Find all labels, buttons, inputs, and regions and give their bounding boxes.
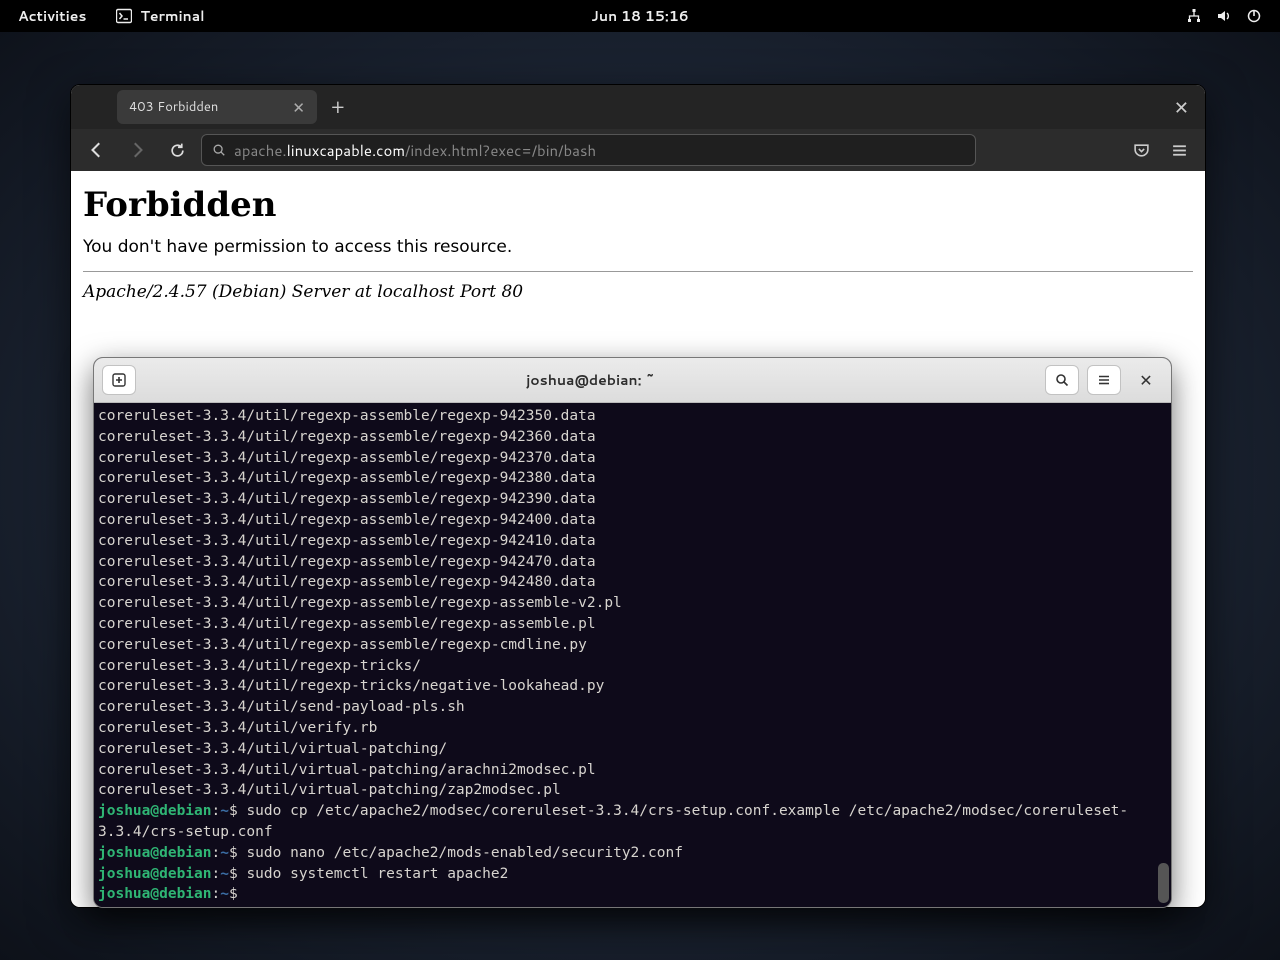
terminal-search-button[interactable] xyxy=(1045,365,1079,395)
active-app-label: Terminal xyxy=(140,6,204,26)
terminal-output-line: coreruleset-3.3.4/util/regexp-assemble/r… xyxy=(98,635,1167,656)
new-tab-button[interactable]: + xyxy=(317,93,359,121)
terminal-icon xyxy=(116,8,132,24)
tab-strip: 403 Forbidden ✕ + ✕ xyxy=(71,85,1205,129)
tab-close-icon[interactable]: ✕ xyxy=(292,97,305,118)
tab-title: 403 Forbidden xyxy=(129,98,218,116)
back-button[interactable] xyxy=(81,134,113,166)
terminal-prompt-line: joshua@debian:~$ sudo cp /etc/apache2/mo… xyxy=(98,801,1167,822)
terminal-output-line: coreruleset-3.3.4/util/verify.rb xyxy=(98,718,1167,739)
plus-boxed-icon xyxy=(111,372,127,388)
terminal-window: joshua@debian: ~ ✕ coreruleset-3.3.4/uti… xyxy=(93,357,1172,908)
terminal-output-line: coreruleset-3.3.4/util/regexp-assemble/r… xyxy=(98,552,1167,573)
terminal-prompt-line: joshua@debian:~$ xyxy=(98,884,1167,905)
terminal-output-line: coreruleset-3.3.4/util/regexp-assemble/r… xyxy=(98,572,1167,593)
arrow-right-icon xyxy=(128,141,146,159)
terminal-close-button[interactable]: ✕ xyxy=(1129,365,1163,395)
reload-icon xyxy=(169,142,186,159)
terminal-output-line: coreruleset-3.3.4/util/regexp-assemble/r… xyxy=(98,448,1167,469)
page-message: You don't have permission to access this… xyxy=(83,237,1193,257)
terminal-output-line: coreruleset-3.3.4/util/virtual-patching/… xyxy=(98,760,1167,781)
browser-nav-bar: apache.linuxcapable.com/index.html?exec=… xyxy=(71,129,1205,171)
terminal-output-line: coreruleset-3.3.4/util/regexp-tricks/neg… xyxy=(98,676,1167,697)
terminal-output-line: coreruleset-3.3.4/util/regexp-assemble/r… xyxy=(98,406,1167,427)
terminal-output-line: 3.3.4/crs-setup.conf xyxy=(98,822,1167,843)
terminal-output-line: coreruleset-3.3.4/util/regexp-assemble/r… xyxy=(98,531,1167,552)
browser-tab[interactable]: 403 Forbidden ✕ xyxy=(117,90,317,124)
hamburger-icon xyxy=(1096,372,1112,388)
clock[interactable]: Jun 18 15:16 xyxy=(591,6,688,26)
terminal-output-line: coreruleset-3.3.4/util/regexp-assemble/r… xyxy=(98,489,1167,510)
arrow-left-icon xyxy=(88,141,106,159)
gnome-top-bar: Activities Terminal Jun 18 15:16 xyxy=(0,0,1280,32)
terminal-prompt-line: joshua@debian:~$ sudo nano /etc/apache2/… xyxy=(98,843,1167,864)
terminal-output-line: coreruleset-3.3.4/util/regexp-tricks/ xyxy=(98,656,1167,677)
search-icon xyxy=(212,143,226,157)
active-app-indicator[interactable]: Terminal xyxy=(116,6,204,26)
terminal-output-line: coreruleset-3.3.4/util/regexp-assemble/r… xyxy=(98,510,1167,531)
hamburger-icon xyxy=(1171,142,1188,159)
terminal-title: joshua@debian: ~ xyxy=(144,370,1037,390)
terminal-body[interactable]: coreruleset-3.3.4/util/regexp-assemble/r… xyxy=(94,403,1171,907)
app-menu-button[interactable] xyxy=(1163,134,1195,166)
terminal-output-line: coreruleset-3.3.4/util/send-payload-pls.… xyxy=(98,697,1167,718)
url-text: apache.linuxcapable.com/index.html?exec=… xyxy=(234,140,596,161)
power-icon[interactable] xyxy=(1246,8,1262,24)
new-terminal-tab-button[interactable] xyxy=(102,365,136,395)
url-bar[interactable]: apache.linuxcapable.com/index.html?exec=… xyxy=(201,134,976,166)
page-separator xyxy=(83,271,1193,272)
terminal-output-line: coreruleset-3.3.4/util/regexp-assemble/r… xyxy=(98,614,1167,635)
page-heading: Forbidden xyxy=(83,185,1193,225)
terminal-menu-button[interactable] xyxy=(1087,365,1121,395)
forward-button[interactable] xyxy=(121,134,153,166)
terminal-output-line: coreruleset-3.3.4/util/regexp-assemble/r… xyxy=(98,593,1167,614)
window-close-button[interactable]: ✕ xyxy=(1164,94,1199,120)
terminal-title-bar: joshua@debian: ~ ✕ xyxy=(94,358,1171,403)
network-icon[interactable] xyxy=(1186,8,1202,24)
pocket-icon xyxy=(1133,142,1150,159)
terminal-output-line: coreruleset-3.3.4/util/virtual-patching/… xyxy=(98,780,1167,801)
terminal-output-line: coreruleset-3.3.4/util/regexp-assemble/r… xyxy=(98,468,1167,489)
server-signature: Apache/2.4.57 (Debian) Server at localho… xyxy=(83,282,1193,302)
activities-button[interactable]: Activities xyxy=(18,6,86,26)
search-icon xyxy=(1054,372,1070,388)
terminal-prompt-line: joshua@debian:~$ sudo systemctl restart … xyxy=(98,864,1167,885)
terminal-scrollbar[interactable] xyxy=(1158,403,1169,907)
terminal-output-line: coreruleset-3.3.4/util/virtual-patching/ xyxy=(98,739,1167,760)
pocket-button[interactable] xyxy=(1125,134,1157,166)
reload-button[interactable] xyxy=(161,134,193,166)
terminal-output-line: coreruleset-3.3.4/util/regexp-assemble/r… xyxy=(98,427,1167,448)
volume-icon[interactable] xyxy=(1216,8,1232,24)
